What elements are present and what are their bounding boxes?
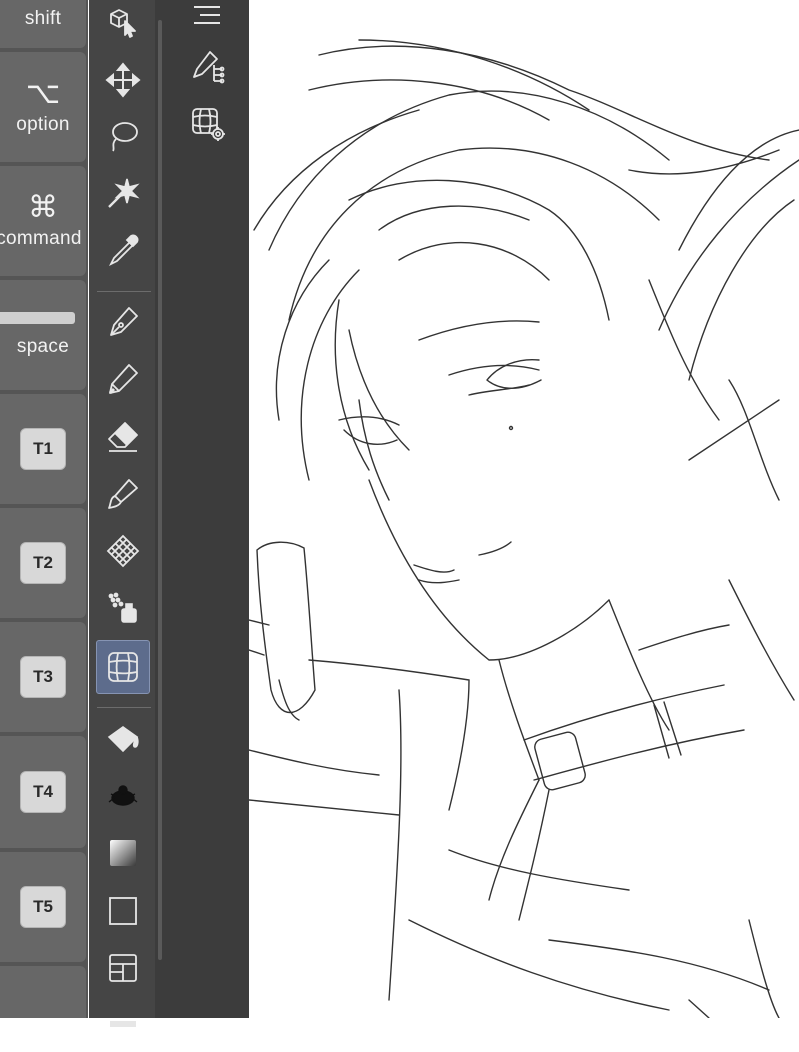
option-icon: ⌥ bbox=[25, 77, 61, 110]
modifier-key-panel: shift ⌥ option ⌘ command space T1 T2 T3 … bbox=[0, 0, 88, 1018]
brush-icon bbox=[108, 479, 138, 509]
t4-key[interactable]: T4 bbox=[0, 736, 86, 848]
ruler-pen-icon bbox=[193, 51, 225, 84]
command-icon: ⌘ bbox=[28, 191, 58, 224]
blend-tool[interactable] bbox=[96, 769, 150, 823]
pen-nib-icon bbox=[110, 307, 138, 336]
t2-key[interactable]: T2 bbox=[0, 508, 86, 618]
grid-ruler-icon bbox=[108, 652, 138, 682]
command-key[interactable]: ⌘ command bbox=[0, 166, 86, 276]
t3-key[interactable]: T3 bbox=[0, 622, 86, 732]
cube-cursor-icon bbox=[110, 9, 136, 38]
ruler-pen-button[interactable] bbox=[181, 40, 235, 94]
tool-separator bbox=[97, 291, 151, 292]
grid-settings-button[interactable] bbox=[181, 97, 235, 151]
space-key-label: space bbox=[16, 336, 70, 357]
airbrush-tool[interactable] bbox=[96, 581, 150, 635]
move-tool[interactable] bbox=[96, 53, 150, 107]
t3-chip: T3 bbox=[20, 656, 66, 698]
partial-tool[interactable] bbox=[96, 998, 150, 1052]
drawing-canvas[interactable] bbox=[249, 0, 799, 1018]
layer-list-icon bbox=[194, 6, 220, 24]
brush-tool[interactable] bbox=[96, 467, 150, 521]
t5-chip: T5 bbox=[20, 886, 66, 928]
t2-chip: T2 bbox=[20, 542, 66, 584]
eraser-tool[interactable] bbox=[96, 410, 150, 464]
lasso-icon bbox=[112, 122, 138, 152]
frame-layout-icon bbox=[109, 954, 137, 982]
pencil-tool[interactable] bbox=[96, 352, 150, 406]
paint-bucket-icon bbox=[107, 726, 139, 753]
command-key-label: command bbox=[0, 228, 82, 249]
figure-tool[interactable] bbox=[96, 884, 150, 938]
auto-select-tool[interactable] bbox=[96, 166, 150, 220]
t1-key[interactable]: T1 bbox=[0, 394, 86, 504]
eyedropper-icon bbox=[108, 234, 139, 267]
t5-key[interactable]: T5 bbox=[0, 852, 86, 962]
tool-scrollbar[interactable] bbox=[155, 0, 165, 1018]
option-key-label: option bbox=[16, 114, 70, 135]
t1-chip: T1 bbox=[20, 428, 66, 470]
tool-panel bbox=[89, 0, 155, 1027]
frame-border-tool[interactable] bbox=[96, 941, 150, 995]
pen-tool[interactable] bbox=[96, 295, 150, 349]
space-bar-icon bbox=[0, 312, 75, 324]
perspective-ruler-tool[interactable] bbox=[96, 640, 150, 694]
fill-tool[interactable] bbox=[96, 712, 150, 766]
blend-blob-icon bbox=[108, 785, 138, 806]
tool-scrollbar-thumb[interactable] bbox=[158, 20, 162, 960]
gradient-icon bbox=[110, 840, 136, 866]
option-key[interactable]: ⌥ option bbox=[0, 52, 86, 162]
subtool-panel bbox=[165, 0, 249, 1018]
grid-settings-icon bbox=[192, 108, 225, 141]
eraser-icon bbox=[108, 422, 138, 452]
pattern-icon bbox=[106, 534, 140, 568]
shift-key[interactable]: shift bbox=[0, 0, 86, 48]
shift-key-label: shift bbox=[24, 8, 62, 29]
airbrush-icon bbox=[108, 592, 137, 623]
t4-chip: T4 bbox=[20, 771, 66, 813]
partial-tool-icon bbox=[110, 1021, 136, 1027]
layer-list-button[interactable] bbox=[181, 0, 235, 34]
space-key[interactable]: space bbox=[0, 280, 86, 390]
object-select-tool[interactable] bbox=[96, 0, 150, 49]
move-arrows-icon bbox=[105, 62, 141, 98]
gradient-tool[interactable] bbox=[96, 826, 150, 880]
lasso-tool[interactable] bbox=[96, 109, 150, 163]
pencil-icon bbox=[108, 364, 138, 395]
tool-separator bbox=[97, 707, 151, 708]
magic-wand-icon bbox=[108, 178, 140, 208]
t6-key-partial[interactable] bbox=[0, 966, 86, 1018]
sketch-artwork bbox=[249, 39, 799, 1018]
decoration-tool[interactable] bbox=[96, 524, 150, 578]
rectangle-icon bbox=[109, 897, 137, 925]
eyedropper-tool[interactable] bbox=[96, 223, 150, 277]
